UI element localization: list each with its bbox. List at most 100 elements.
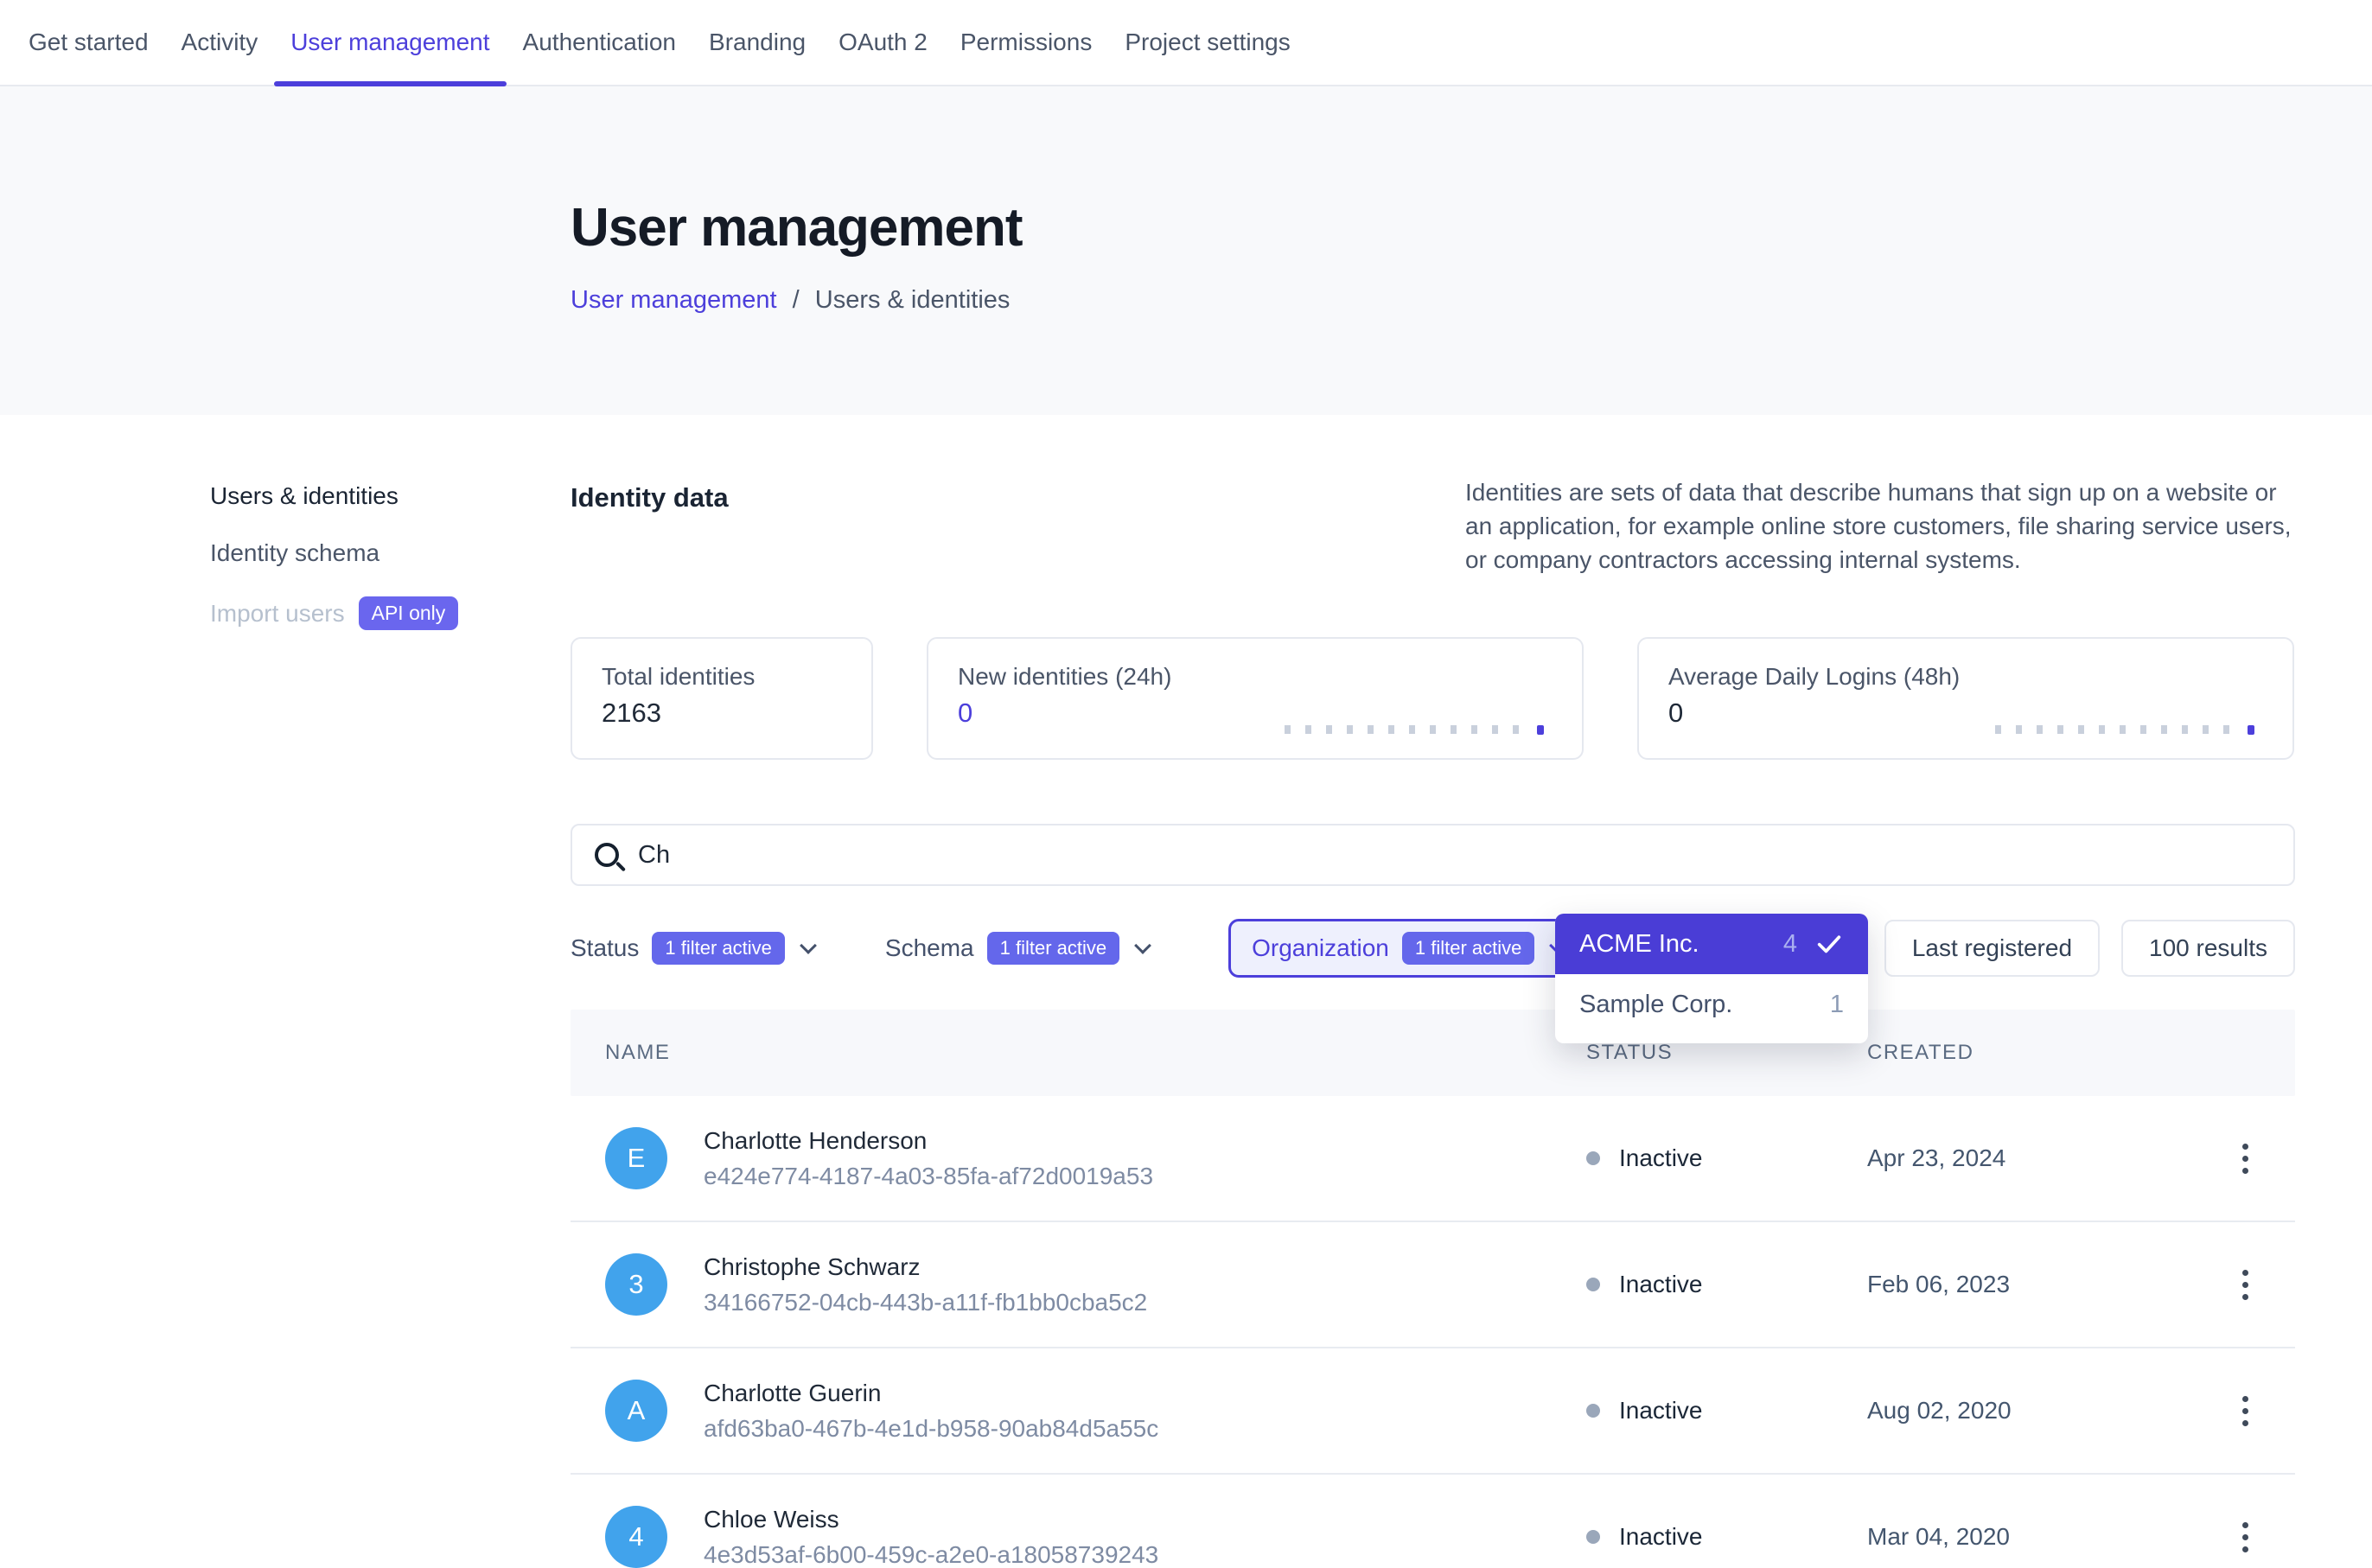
organization-dropdown: ACME Inc. 4 Sample Corp. 1	[1555, 914, 1868, 1043]
filter-active-badge: 1 filter active	[987, 932, 1120, 965]
sidebar-item-identity-schema[interactable]: Identity schema	[210, 539, 571, 567]
identity-name: Chloe Weiss	[704, 1506, 1158, 1533]
created-date: Mar 04, 2020	[1867, 1523, 2226, 1551]
filter-row: Status 1 filter active Schema 1 filter a…	[571, 919, 2295, 978]
nav-tab-project-settings[interactable]: Project settings	[1108, 0, 1306, 85]
filter-label: Schema	[885, 934, 974, 962]
main-content: Identity data Identities are sets of dat…	[571, 415, 2295, 1568]
nav-tab-authentication[interactable]: Authentication	[507, 0, 692, 85]
column-header-created: CREATED	[1867, 1041, 2226, 1065]
sidebar: Users & identities Identity schema Impor…	[0, 415, 571, 1568]
avatar: 4	[605, 1506, 667, 1568]
table-row[interactable]: 3 Christophe Schwarz 34166752-04cb-443b-…	[571, 1222, 2295, 1348]
status-badge: Inactive	[1619, 1271, 1703, 1298]
sparkline-chart	[1995, 725, 2254, 734]
sidebar-item-users-identities[interactable]: Users & identities	[210, 482, 571, 510]
option-count: 4	[1783, 930, 1797, 959]
nav-tab-branding[interactable]: Branding	[692, 0, 822, 85]
identities-table: NAME STATUS CREATED E Charlotte Henderso…	[571, 1010, 2295, 1568]
kebab-menu-icon[interactable]	[2226, 1515, 2264, 1559]
check-icon	[1814, 929, 1844, 959]
identity-name: Charlotte Guerin	[704, 1380, 1158, 1407]
nav-tab-permissions[interactable]: Permissions	[944, 0, 1108, 85]
stats-row: Total identities 2163 New identities (24…	[571, 637, 2295, 760]
identity-id: afd63ba0-467b-4e1d-b958-90ab84d5a55c	[704, 1415, 1158, 1443]
search-input[interactable]	[638, 841, 2271, 870]
stat-card-total-identities: Total identities 2163	[571, 637, 873, 760]
last-registered-sort-button[interactable]: Last registered	[1884, 920, 2100, 977]
section-description: Identities are sets of data that describ…	[1465, 475, 2295, 577]
option-name: ACME Inc.	[1579, 930, 1783, 959]
kebab-menu-icon[interactable]	[2226, 1263, 2264, 1307]
filter-label: Status	[571, 934, 639, 962]
sidebar-item-import-users[interactable]: Import users API only	[210, 596, 571, 630]
status-dot	[1586, 1278, 1600, 1291]
table-row[interactable]: 4 Chloe Weiss 4e3d53af-6b00-459c-a2e0-a1…	[571, 1475, 2295, 1568]
dropdown-option-sample-corp[interactable]: Sample Corp. 1	[1555, 974, 1868, 1035]
stat-value: 0	[958, 698, 1553, 729]
stat-label: Total identities	[602, 663, 842, 691]
stat-label: Average Daily Logins (48h)	[1668, 663, 2263, 691]
identity-id: e424e774-4187-4a03-85fa-af72d0019a53	[704, 1163, 1153, 1190]
breadcrumb-separator: /	[793, 286, 800, 314]
status-badge: Inactive	[1619, 1397, 1703, 1425]
stat-value: 0	[1668, 698, 2263, 729]
api-only-badge: API only	[359, 596, 459, 630]
sidebar-item-label: Users & identities	[210, 482, 399, 510]
created-date: Aug 02, 2020	[1867, 1397, 2226, 1425]
identity-id: 4e3d53af-6b00-459c-a2e0-a18058739243	[704, 1541, 1158, 1568]
nav-tab-get-started[interactable]: Get started	[12, 0, 165, 85]
status-badge: Inactive	[1619, 1523, 1703, 1551]
chevron-down-icon	[1134, 937, 1151, 954]
breadcrumb-current: Users & identities	[815, 286, 1011, 314]
status-filter[interactable]: Status 1 filter active	[571, 932, 814, 965]
column-header-name: NAME	[605, 1041, 1586, 1065]
results-per-page-button[interactable]: 100 results	[2121, 920, 2295, 977]
organization-filter[interactable]: Organization 1 filter active	[1228, 919, 1587, 978]
avatar: 3	[605, 1253, 667, 1316]
status-dot	[1586, 1530, 1600, 1544]
search-bar	[571, 824, 2295, 886]
stat-card-average-daily-logins: Average Daily Logins (48h) 0	[1637, 637, 2294, 760]
avatar: A	[605, 1380, 667, 1442]
created-date: Feb 06, 2023	[1867, 1271, 2226, 1298]
option-count: 1	[1830, 991, 1844, 1019]
table-row[interactable]: E Charlotte Henderson e424e774-4187-4a03…	[571, 1096, 2295, 1222]
chevron-down-icon	[800, 937, 817, 954]
nav-tab-activity[interactable]: Activity	[165, 0, 275, 85]
avatar: E	[605, 1127, 667, 1189]
stat-card-new-identities: New identities (24h) 0	[927, 637, 1584, 760]
table-row[interactable]: A Charlotte Guerin afd63ba0-467b-4e1d-b9…	[571, 1348, 2295, 1475]
filter-label: Organization	[1252, 934, 1389, 962]
column-header-status: STATUS	[1586, 1041, 1867, 1065]
breadcrumb: User management / Users & identities	[571, 286, 2372, 315]
option-name: Sample Corp.	[1579, 991, 1830, 1019]
nav-tab-user-management[interactable]: User management	[274, 0, 506, 85]
schema-filter[interactable]: Schema 1 filter active	[885, 932, 1149, 965]
sparkline-chart	[1285, 725, 1544, 734]
stat-label: New identities (24h)	[958, 663, 1553, 691]
created-date: Apr 23, 2024	[1867, 1144, 2226, 1172]
stat-value: 2163	[602, 698, 842, 729]
filter-active-badge: 1 filter active	[652, 932, 785, 965]
nav-tab-oauth2[interactable]: OAuth 2	[822, 0, 944, 85]
identity-name: Charlotte Henderson	[704, 1127, 1153, 1155]
status-dot	[1586, 1151, 1600, 1165]
identity-id: 34166752-04cb-443b-a11f-fb1bb0cba5c2	[704, 1289, 1147, 1316]
identity-name: Christophe Schwarz	[704, 1253, 1147, 1281]
breadcrumb-link-user-management[interactable]: User management	[571, 286, 777, 314]
top-nav: Get started Activity User management Aut…	[0, 0, 2372, 86]
kebab-menu-icon[interactable]	[2226, 1389, 2264, 1433]
filter-active-badge: 1 filter active	[1402, 932, 1535, 965]
sidebar-item-label: Identity schema	[210, 539, 379, 567]
page-title: User management	[571, 86, 2372, 258]
dropdown-option-acme[interactable]: ACME Inc. 4	[1555, 914, 1868, 974]
table-header: NAME STATUS CREATED	[571, 1010, 2295, 1096]
sidebar-item-label: Import users	[210, 600, 345, 628]
status-dot	[1586, 1404, 1600, 1418]
section-title: Identity data	[571, 475, 729, 513]
page-header: User management User management / Users …	[0, 86, 2372, 415]
status-badge: Inactive	[1619, 1144, 1703, 1172]
search-icon	[595, 843, 619, 867]
kebab-menu-icon[interactable]	[2226, 1137, 2264, 1181]
